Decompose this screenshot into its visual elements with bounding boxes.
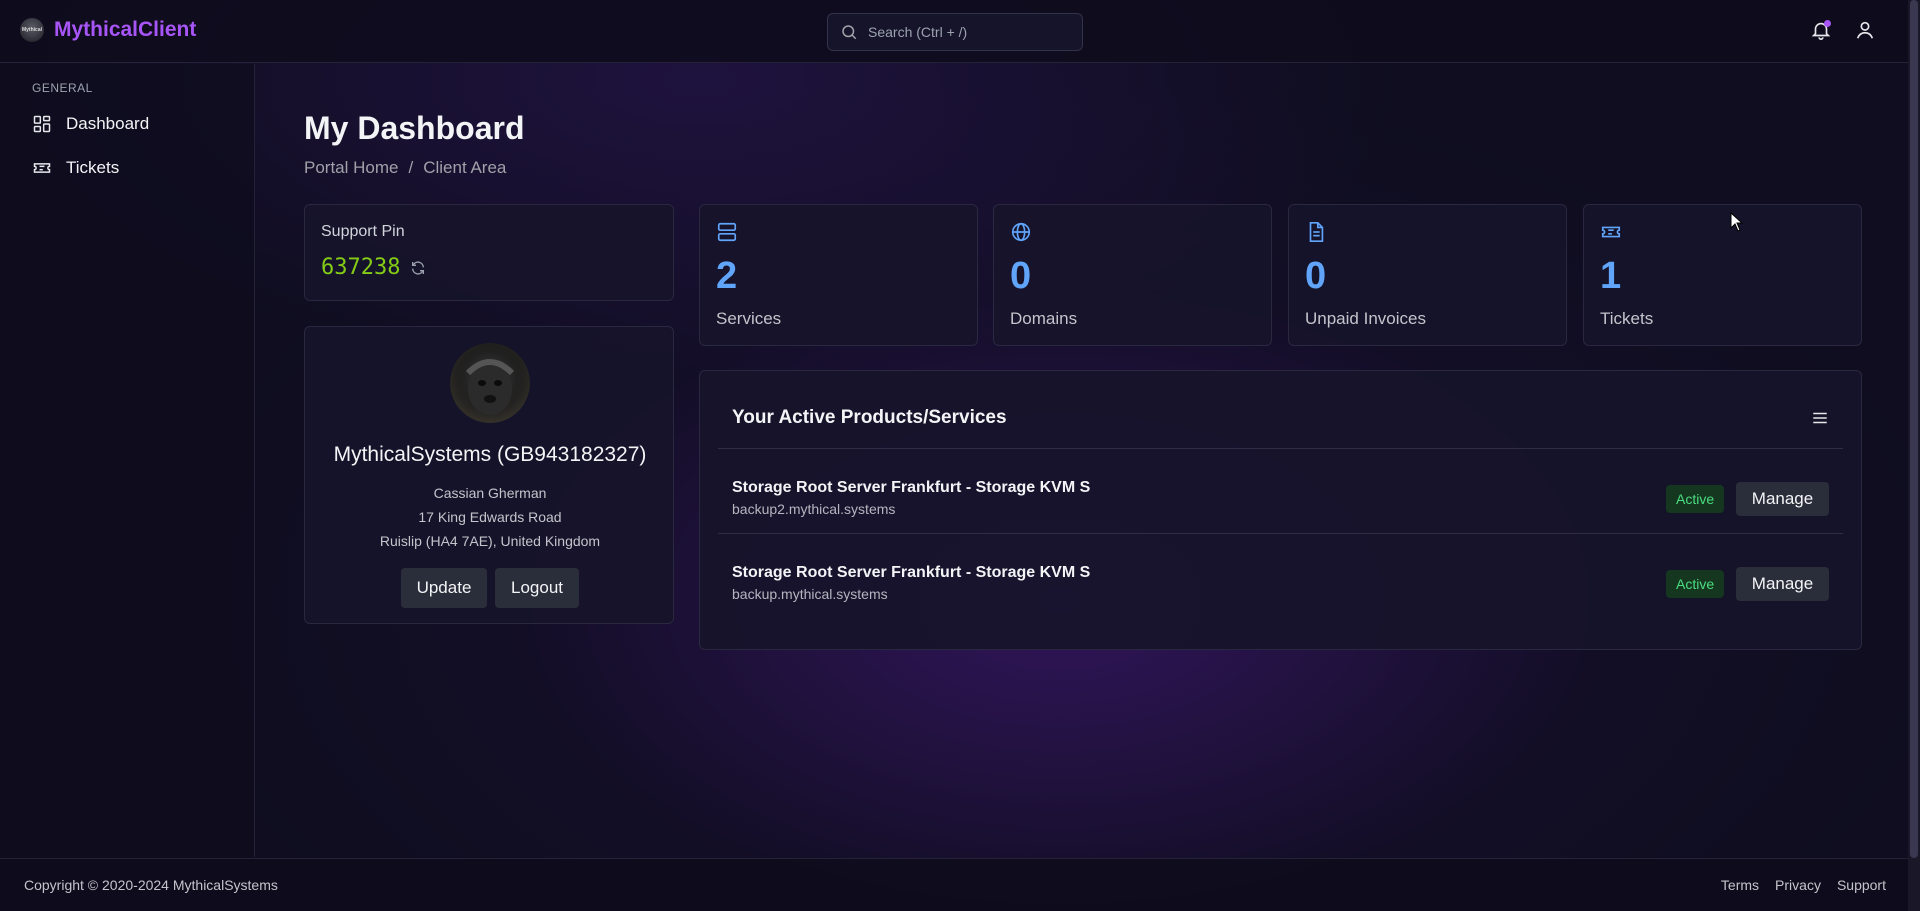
- menu-icon[interactable]: [1811, 409, 1829, 427]
- stat-value: 1: [1600, 255, 1622, 297]
- ticket-icon: [1601, 226, 1621, 238]
- brand-logo-text: Mythical: [21, 27, 42, 33]
- globe-icon: [1011, 222, 1031, 242]
- scrollbar-thumb[interactable]: [1910, 0, 1918, 858]
- support-pin-card: Support Pin 637238: [304, 204, 674, 301]
- stat-label: Services: [716, 309, 782, 328]
- footer-link-support[interactable]: Support: [1837, 877, 1886, 893]
- stat-card-tickets[interactable]: 1 Tickets: [1583, 204, 1862, 346]
- avatar-image: [465, 359, 515, 415]
- status-badge: Active: [1666, 485, 1725, 513]
- manage-button[interactable]: Manage: [1736, 482, 1829, 516]
- breadcrumb-client-area: Client Area: [423, 158, 507, 177]
- stat-card-domains[interactable]: 0 Domains: [993, 204, 1272, 346]
- stat-value: 0: [1010, 255, 1032, 297]
- active-products-card: Your Active Products/Services Storage Ro…: [699, 370, 1862, 650]
- product-host: backup2.mythical.systems: [732, 501, 896, 517]
- footer-link-terms[interactable]: Terms: [1721, 877, 1759, 893]
- server-icon: [717, 222, 737, 242]
- invoice-icon: [1309, 222, 1324, 242]
- sidebar-item-label: Tickets: [66, 158, 120, 177]
- contact-name: Cassian Gherman: [433, 485, 547, 501]
- stat-label: Unpaid Invoices: [1305, 309, 1426, 328]
- product-name[interactable]: Storage Root Server Frankfurt - Storage …: [732, 479, 1090, 497]
- manage-button[interactable]: Manage: [1736, 567, 1829, 601]
- notifications-button[interactable]: [1810, 19, 1832, 41]
- sidebar-section-label: GENERAL: [32, 81, 93, 95]
- brand-logo: Mythical: [20, 18, 44, 42]
- products-title: Your Active Products/Services: [732, 407, 1007, 428]
- logout-button[interactable]: Logout: [495, 568, 579, 608]
- stat-label: Domains: [1010, 309, 1078, 328]
- sidebar: GENERAL Dashboard Tickets: [0, 64, 255, 857]
- stat-value: 2: [716, 255, 738, 297]
- footer-link-privacy[interactable]: Privacy: [1775, 877, 1821, 893]
- dashboard-icon: [33, 115, 51, 133]
- sidebar-item-label: Dashboard: [66, 114, 150, 133]
- divider: [718, 533, 1843, 534]
- support-pin-value-row: 637238: [321, 255, 426, 280]
- user-icon[interactable]: [1854, 19, 1876, 41]
- footer-links: Terms Privacy Support: [1721, 877, 1886, 893]
- search-icon: [842, 25, 857, 40]
- breadcrumb: Portal Home / Client Area: [304, 158, 506, 178]
- sidebar-item-dashboard[interactable]: Dashboard: [32, 114, 149, 134]
- sidebar-item-tickets[interactable]: Tickets: [32, 158, 119, 178]
- avatar: [450, 343, 530, 423]
- breadcrumb-portal-home[interactable]: Portal Home: [304, 158, 398, 178]
- search-box[interactable]: [827, 13, 1083, 51]
- stat-card-unpaid-invoices[interactable]: 0 Unpaid Invoices: [1288, 204, 1567, 346]
- stat-card-services[interactable]: 2 Services: [699, 204, 978, 346]
- page-title: My Dashboard: [304, 110, 525, 146]
- address-line-1: 17 King Edwards Road: [418, 509, 562, 525]
- top-bar: Mythical MythicalClient: [0, 0, 1908, 63]
- support-pin-label: Support Pin: [321, 223, 405, 240]
- address-line-2: Ruislip (HA4 7AE), United Kingdom: [379, 533, 601, 549]
- brand-name: MythicalClient: [54, 18, 197, 41]
- scrollbar[interactable]: [1908, 0, 1920, 911]
- mouse-cursor-icon: [1730, 212, 1744, 232]
- stat-value: 0: [1305, 255, 1327, 297]
- status-badge: Active: [1666, 570, 1725, 598]
- stat-label: Tickets: [1600, 309, 1654, 328]
- breadcrumb-separator: /: [408, 158, 414, 177]
- update-button[interactable]: Update: [401, 568, 487, 608]
- brand[interactable]: Mythical MythicalClient: [20, 18, 196, 42]
- refresh-icon[interactable]: [410, 260, 426, 276]
- ticket-icon: [33, 163, 51, 173]
- footer: Copyright © 2020-2024 MythicalSystems Te…: [0, 858, 1908, 911]
- product-name[interactable]: Storage Root Server Frankfurt - Storage …: [732, 564, 1090, 582]
- profile-card: MythicalSystems (GB943182327) Cassian Gh…: [304, 326, 674, 624]
- copyright: Copyright © 2020-2024 MythicalSystems: [24, 877, 278, 893]
- divider: [718, 448, 1843, 449]
- search-input[interactable]: [868, 24, 1058, 40]
- company-name: MythicalSystems (GB943182327): [333, 443, 647, 466]
- product-host: backup.mythical.systems: [732, 586, 888, 602]
- support-pin-value: 637238: [321, 255, 401, 280]
- notification-dot: [1824, 20, 1831, 27]
